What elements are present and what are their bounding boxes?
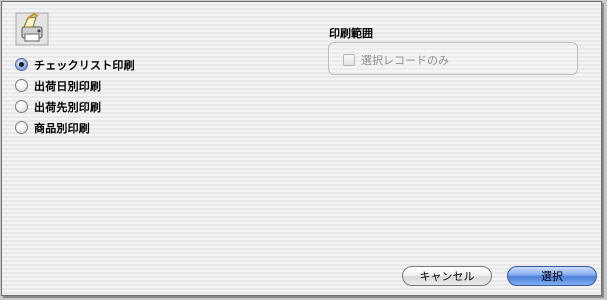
selected-records-only-checkbox: [343, 54, 355, 66]
radio-button[interactable]: [15, 100, 28, 113]
radio-product-print[interactable]: 商品別印刷: [15, 117, 135, 138]
radio-label: 商品別印刷: [34, 121, 90, 135]
radio-destination-print[interactable]: 出荷先別印刷: [15, 96, 135, 117]
print-range-group-box: 選択レコードのみ: [328, 42, 578, 75]
print-dialog: チェックリスト印刷 出荷日別印刷 出荷先別印刷 商品別印刷 印刷範囲 選択レコー…: [1, 1, 602, 296]
radio-label: 出荷先別印刷: [34, 100, 102, 114]
radio-checklist-print[interactable]: チェックリスト印刷: [15, 54, 135, 75]
radio-shipping-date-print[interactable]: 出荷日別印刷: [15, 75, 135, 96]
radio-label: チェックリスト印刷: [34, 58, 135, 72]
print-range-title: 印刷範囲: [329, 27, 373, 40]
selected-records-only-label: 選択レコードのみ: [361, 54, 449, 67]
selected-records-only-option: 選択レコードのみ: [343, 52, 449, 68]
print-type-radio-group: チェックリスト印刷 出荷日別印刷 出荷先別印刷 商品別印刷: [15, 54, 135, 138]
select-button[interactable]: 選択: [507, 266, 597, 286]
radio-label: 出荷日別印刷: [34, 79, 102, 93]
radio-button[interactable]: [15, 121, 28, 134]
radio-button[interactable]: [15, 58, 28, 71]
radio-button[interactable]: [15, 79, 28, 92]
cancel-button[interactable]: キャンセル: [402, 266, 492, 286]
printer-icon: [15, 12, 49, 46]
